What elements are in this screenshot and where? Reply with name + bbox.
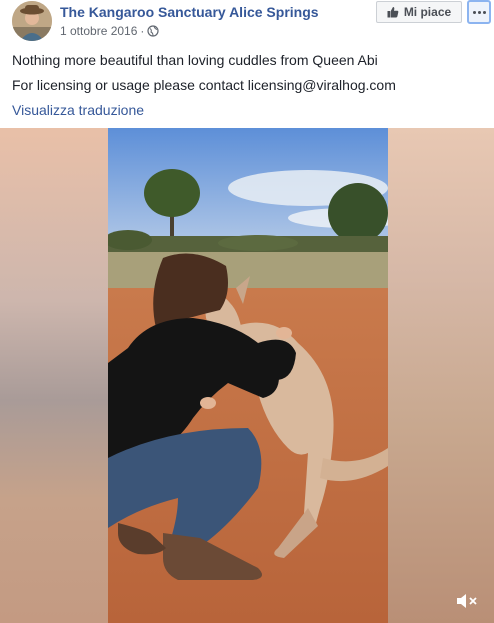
video-blur-left [0,128,108,623]
post-text-line-2: For licensing or usage please contact li… [12,77,396,93]
globe-icon [147,25,160,37]
meta-separator: · [140,24,145,38]
video-player[interactable] [0,128,494,623]
post-meta: 1 ottobre 2016 · [60,24,160,38]
see-translation-link[interactable]: Visualizza traduzione [12,102,144,118]
thumbs-up-icon [387,7,399,18]
like-button-label: Mi piace [403,5,452,19]
like-page-button[interactable]: Mi piace [376,1,462,23]
page-avatar[interactable] [12,1,52,41]
facebook-post: The Kangaroo Sanctuary Alice Springs 1 o… [0,0,494,623]
page-name-link[interactable]: The Kangaroo Sanctuary Alice Springs [60,4,319,20]
mute-icon[interactable] [455,591,479,611]
video-frame [108,128,388,623]
more-dots-icon [472,10,476,14]
post-date[interactable]: 1 ottobre 2016 [60,24,137,38]
avatar-image [12,1,52,41]
video-blur-right [386,128,494,623]
post-text-line-1: Nothing more beautiful than loving cuddl… [12,52,378,68]
more-options-button[interactable] [467,0,491,24]
